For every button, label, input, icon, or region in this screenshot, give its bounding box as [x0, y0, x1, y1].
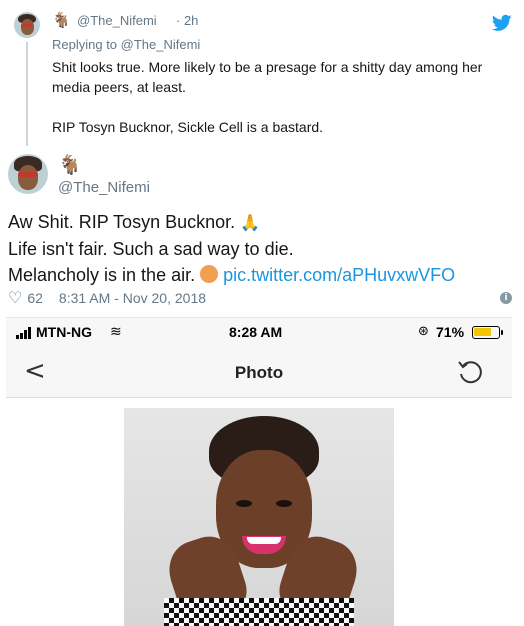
nav-title: Photo [234, 363, 284, 382]
like-count[interactable]: 62 [27, 290, 43, 306]
tweet-timestamp[interactable]: 8:31 AM - Nov 20, 2018 [59, 290, 206, 306]
replying-to[interactable]: Replying to @The_Nifemi [52, 37, 200, 52]
tweet-time[interactable]: · 2h [176, 13, 198, 28]
carrier-name: MTN-NG [36, 324, 92, 340]
twitter-bird-icon[interactable] [492, 14, 512, 32]
refresh-icon [458, 361, 482, 384]
facepalm-emoji: 🤦 [200, 265, 219, 283]
folded-hands-emoji: 🙏 [240, 213, 261, 232]
battery-percent: 71% [436, 324, 465, 340]
media-link[interactable]: pic.twitter.com/aPHuvxwVFO [223, 265, 455, 285]
heart-icon[interactable]: ♡ [8, 288, 22, 308]
tweet-line: Life isn't fair. Such a sad way to die. [8, 239, 294, 259]
avatar[interactable] [8, 154, 48, 194]
tweet-meta: ♡ 62 8:31 AM - Nov 20, 2018 [8, 288, 206, 308]
signal-bars-icon [16, 327, 34, 339]
battery-fill [474, 328, 491, 336]
phone-status-bar: MTN-NG ≋ 8:28 AM ⊛ 71% [6, 318, 512, 346]
user-handle[interactable]: @The_Nifemi [58, 179, 150, 196]
main-tweet-text: Aw Shit. RIP Tosyn Bucknor. 🙏 Life isn't… [8, 209, 455, 288]
portrait-photo [124, 408, 394, 626]
tweet-media-image[interactable]: MTN-NG ≋ 8:28 AM ⊛ 71% < Photo [6, 317, 512, 626]
status-clock: 8:28 AM [229, 324, 283, 340]
goat-emoji: 🐐 [52, 11, 71, 29]
photo-nav-bar: < Photo [6, 346, 512, 398]
tweet-text: Shit looks true. More likely to be a pre… [52, 57, 512, 137]
avatar[interactable] [14, 12, 40, 38]
wifi-icon: ≋ [110, 324, 122, 340]
tweet-text-paragraph: RIP Tosyn Bucknor, Sickle Cell is a bast… [52, 119, 324, 135]
tweet-line: Melancholy is in the air. 🤦 pic.twitter.… [8, 265, 456, 285]
thread-line [26, 42, 28, 146]
tweet-text-paragraph: Shit looks true. More likely to be a pre… [52, 59, 483, 95]
goat-emoji: 🐐 [58, 154, 82, 176]
rotation-lock-icon: ⊛ [418, 324, 429, 339]
info-icon[interactable]: i [500, 292, 512, 304]
tweet-line: Aw Shit. RIP Tosyn Bucknor. 🙏 [8, 212, 261, 232]
battery-icon [472, 326, 503, 339]
reply-tweet[interactable]: 🐐 @The_Nifemi · 2h Replying to @The_Nife… [0, 0, 524, 146]
user-handle[interactable]: @The_Nifemi [77, 13, 157, 28]
